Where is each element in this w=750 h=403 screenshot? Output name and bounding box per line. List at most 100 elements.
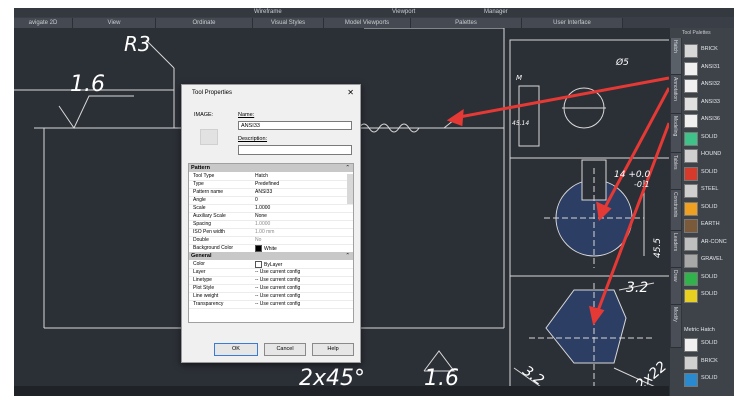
- palette-item-ar-conc[interactable]: AR-CONC: [684, 235, 734, 251]
- tab-tables[interactable]: Tables: [671, 153, 681, 190]
- property-row[interactable]: Linetype -- Use current config: [189, 277, 353, 285]
- property-row[interactable]: ISO Pen width 1.00 mm: [189, 229, 353, 237]
- palette-item-brick[interactable]: BRICK: [684, 354, 734, 370]
- property-value-cell[interactable]: Predefined: [255, 181, 279, 188]
- property-value: -- Use current config: [255, 301, 301, 307]
- property-name: Transparency: [193, 301, 224, 307]
- ribbon-group-navigate-2d[interactable]: avigate 2D: [14, 18, 73, 28]
- ribbon-group-ordinate[interactable]: Ordinate: [156, 18, 253, 28]
- palette-item-solid[interactable]: SOLID: [684, 130, 734, 146]
- ribbon-group-palettes[interactable]: Palettes: [411, 18, 522, 28]
- property-row[interactable]: Tool Type Hatch: [189, 173, 353, 181]
- property-row[interactable]: Double No: [189, 237, 353, 245]
- solid-swatch-icon: [684, 166, 698, 181]
- property-row[interactable]: Color ByLayer: [189, 261, 353, 269]
- palette-item-label: AR-CONC: [701, 238, 727, 245]
- palette-item-solid[interactable]: SOLID: [684, 270, 734, 286]
- tab-modify[interactable]: Modify: [671, 305, 681, 348]
- general-section-header[interactable]: General ⌃: [189, 252, 353, 260]
- property-value-cell[interactable]: ByLayer: [255, 261, 282, 269]
- property-value-cell[interactable]: -- Use current config: [255, 285, 300, 292]
- palette-item-ansi33[interactable]: ANSI33: [684, 95, 734, 111]
- property-row[interactable]: Angle 0: [189, 197, 353, 205]
- palette-item-solid[interactable]: SOLID: [684, 165, 734, 181]
- ribbon-group-visual-styles[interactable]: Visual Styles: [253, 18, 324, 28]
- palette-item-label: SOLID: [701, 375, 718, 381]
- palette-item-hound[interactable]: HOUND: [684, 147, 734, 163]
- ribbon-group-user-interface[interactable]: User Interface: [522, 18, 623, 28]
- tab-annotation[interactable]: Annotation: [671, 75, 681, 114]
- help-button[interactable]: Help: [312, 343, 354, 356]
- name-field[interactable]: ANSI33: [238, 121, 352, 130]
- viewport-button[interactable]: Viewport: [392, 8, 415, 16]
- tab-leaders[interactable]: Leaders: [671, 231, 681, 268]
- palette-item-ansi36[interactable]: ANSI36: [684, 112, 734, 128]
- metric-hatch-header: Metric Hatch: [684, 327, 715, 333]
- property-value-cell[interactable]: ANSI33: [255, 189, 272, 196]
- brick-swatch-icon: [684, 355, 698, 370]
- palette-item-solid[interactable]: SOLID: [684, 200, 734, 216]
- property-row[interactable]: Layer -- Use current config: [189, 269, 353, 277]
- property-row[interactable]: Scale 1.0000: [189, 205, 353, 213]
- collapse-icon[interactable]: ⌃: [345, 252, 350, 260]
- property-value-cell[interactable]: Hatch: [255, 173, 268, 180]
- ansi36-swatch-icon: [684, 114, 698, 128]
- palette-item-steel[interactable]: STEEL: [684, 182, 734, 198]
- property-name: Linetype: [193, 277, 212, 283]
- palette-item-solid[interactable]: SOLID: [684, 371, 734, 387]
- palette-item-brick[interactable]: BRICK: [684, 42, 734, 58]
- palette-item-solid[interactable]: SOLID: [684, 336, 734, 352]
- image-label: IMAGE:: [194, 112, 214, 118]
- property-row[interactable]: Auxiliary Scale None: [189, 213, 353, 221]
- close-icon[interactable]: ✕: [347, 88, 354, 97]
- palette-item-ansi31[interactable]: ANSI31: [684, 60, 734, 76]
- wireframe-dropdown[interactable]: Wireframe: [254, 8, 282, 16]
- pattern-section-header[interactable]: Pattern ⌃: [189, 164, 353, 172]
- solid-swatch-icon: [684, 289, 698, 303]
- manager-button[interactable]: Manager: [484, 8, 508, 16]
- property-row[interactable]: Transparency -- Use current config: [189, 301, 353, 309]
- property-value-cell[interactable]: -- Use current config: [255, 277, 300, 284]
- hound-swatch-icon: [684, 149, 698, 163]
- palette-item-solid[interactable]: SOLID: [684, 287, 734, 303]
- palette-item-earth[interactable]: EARTH: [684, 217, 734, 233]
- property-value-cell[interactable]: 0: [255, 197, 258, 204]
- tab-constraints[interactable]: Constraints: [671, 190, 681, 231]
- palette-item-label: SOLID: [701, 203, 718, 210]
- description-field[interactable]: [238, 145, 352, 155]
- property-row[interactable]: Plot Style -- Use current config: [189, 285, 353, 293]
- property-row[interactable]: Line weight -- Use current config: [189, 293, 353, 301]
- property-row[interactable]: Type Predefined: [189, 181, 353, 189]
- ribbon-group-view[interactable]: View: [73, 18, 156, 28]
- palette-item-label: SOLID: [701, 273, 718, 280]
- property-value-cell[interactable]: -- Use current config: [255, 293, 300, 300]
- property-value-cell[interactable]: 1.00 mm: [255, 229, 274, 236]
- ribbon-panel-row: Wireframe Viewport Manager: [14, 8, 734, 17]
- property-row[interactable]: Spacing 1.0000: [189, 221, 353, 229]
- palette-item-label: STEEL: [701, 186, 719, 192]
- property-value-cell[interactable]: 1.0000: [255, 221, 270, 228]
- property-value-cell[interactable]: -- Use current config: [255, 301, 300, 308]
- property-value-cell[interactable]: -- Use current config: [255, 269, 300, 276]
- collapse-icon[interactable]: ⌃: [345, 164, 350, 172]
- property-row[interactable]: Pattern name ANSI33: [189, 189, 353, 197]
- property-name: ISO Pen width: [193, 229, 225, 235]
- tab-modeling[interactable]: Modeling: [671, 114, 681, 153]
- palette-item-gravel[interactable]: GRAVEL: [684, 252, 734, 268]
- properties-scrollbar[interactable]: [347, 174, 353, 204]
- solid-swatch-icon: [684, 201, 698, 216]
- tab-hatch[interactable]: Hatch: [671, 38, 681, 75]
- tab-draw[interactable]: Draw: [671, 268, 681, 305]
- properties-grid: Pattern ⌃ Tool Type Hatch Type Predefined Pa…: [188, 163, 354, 323]
- cancel-button[interactable]: Cancel: [264, 343, 306, 356]
- ribbon: Wireframe Viewport Manager avigate 2D Vi…: [14, 8, 734, 28]
- property-value-cell[interactable]: None: [255, 213, 267, 220]
- property-value-cell[interactable]: 1.0000: [255, 205, 270, 212]
- palette-item-label: HOUND: [701, 151, 722, 157]
- ok-button[interactable]: OK: [214, 343, 258, 356]
- property-value-cell[interactable]: No: [255, 237, 261, 244]
- ribbon-group-model-viewports[interactable]: Model Viewports: [324, 18, 411, 28]
- property-value: -- Use current config: [255, 293, 301, 299]
- palette-item-label: ANSI31: [701, 63, 720, 70]
- palette-item-ansi32[interactable]: ANSI32: [684, 77, 734, 93]
